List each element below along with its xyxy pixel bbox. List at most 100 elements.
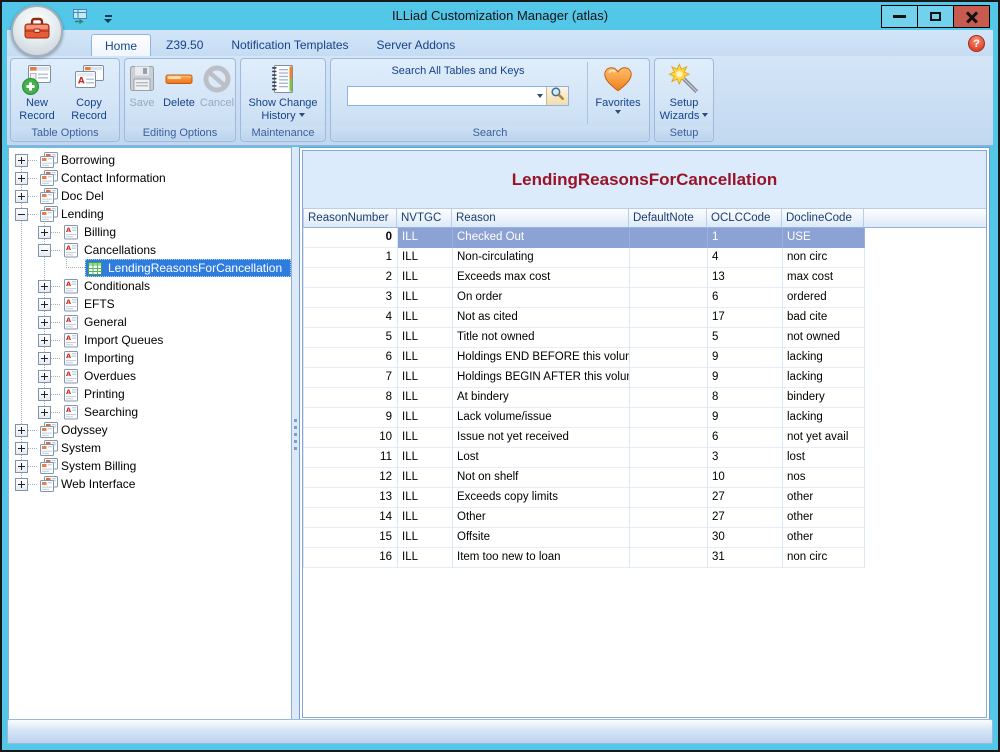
cell-reason[interactable]: Offsite — [453, 528, 630, 548]
cell-defaultnote[interactable] — [630, 268, 708, 288]
cell-nvtgc[interactable]: ILL — [398, 408, 453, 428]
tree-item-odyssey[interactable]: Odyssey — [9, 421, 291, 439]
cell-nvtgc[interactable]: ILL — [398, 388, 453, 408]
cell-reasonnumber[interactable]: 4 — [304, 308, 398, 328]
cell-reason[interactable]: Title not owned — [453, 328, 630, 348]
table-row[interactable]: 10ILLIssue not yet received6not yet avai… — [303, 428, 866, 448]
setup-wizards-button[interactable]: Setup Wizards — [657, 59, 711, 123]
table-row[interactable]: 14ILLOther27other — [303, 508, 866, 528]
tree-item-printing[interactable]: APrinting — [9, 385, 291, 403]
cell-oclccode[interactable]: 6 — [708, 428, 783, 448]
table-row[interactable]: 9ILLLack volume/issue9lacking — [303, 408, 866, 428]
column-header-defaultnote[interactable]: DefaultNote — [629, 208, 707, 228]
cell-nvtgc[interactable]: ILL — [398, 248, 453, 268]
cell-nvtgc[interactable]: ILL — [398, 368, 453, 388]
cell-reason[interactable]: Exceeds copy limits — [453, 488, 630, 508]
cell-defaultnote[interactable] — [630, 308, 708, 328]
cell-doclinecode[interactable]: bad cite — [783, 308, 865, 328]
cell-doclinecode[interactable]: other — [783, 488, 865, 508]
cell-reasonnumber[interactable]: 9 — [304, 408, 398, 428]
cell-doclinecode[interactable]: lacking — [783, 368, 865, 388]
cell-nvtgc[interactable]: ILL — [398, 428, 453, 448]
cell-oclccode[interactable]: 31 — [708, 548, 783, 568]
cell-reasonnumber[interactable]: 15 — [304, 528, 398, 548]
tab-server-addons[interactable]: Server Addons — [364, 34, 469, 56]
expand-plus-icon[interactable] — [15, 460, 28, 473]
column-header-nvtgc[interactable]: NVTGC — [397, 208, 452, 228]
copy-record-button[interactable]: A Copy Record — [63, 59, 115, 123]
cell-doclinecode[interactable]: other — [783, 508, 865, 528]
expand-plus-icon[interactable] — [15, 442, 28, 455]
collapse-minus-icon[interactable] — [38, 244, 51, 257]
tree-item-borrowing[interactable]: Borrowing — [9, 151, 291, 169]
cell-reasonnumber[interactable]: 12 — [304, 468, 398, 488]
minimize-button[interactable] — [881, 5, 918, 28]
cell-oclccode[interactable]: 4 — [708, 248, 783, 268]
expand-plus-icon[interactable] — [38, 316, 51, 329]
table-row[interactable]: 12ILLNot on shelf10nos — [303, 468, 866, 488]
table-row[interactable]: 7ILLHoldings BEGIN AFTER this volume9lac… — [303, 368, 866, 388]
expand-plus-icon[interactable] — [38, 352, 51, 365]
table-row[interactable]: 3ILLOn order6ordered — [303, 288, 866, 308]
table-row[interactable]: 8ILLAt bindery8bindery — [303, 388, 866, 408]
tree-item-system-billing[interactable]: System Billing — [9, 457, 291, 475]
cell-reasonnumber[interactable]: 0 — [304, 228, 398, 248]
column-header-doclinecode[interactable]: DoclineCode — [782, 208, 864, 228]
cell-oclccode[interactable]: 30 — [708, 528, 783, 548]
cell-reason[interactable]: Holdings BEGIN AFTER this volume — [453, 368, 630, 388]
expand-plus-icon[interactable] — [15, 154, 28, 167]
expand-plus-icon[interactable] — [38, 280, 51, 293]
table-row[interactable]: 6ILLHoldings END BEFORE this volume9lack… — [303, 348, 866, 368]
cell-oclccode[interactable]: 6 — [708, 288, 783, 308]
cell-reason[interactable]: Exceeds max cost — [453, 268, 630, 288]
cell-doclinecode[interactable]: lost — [783, 448, 865, 468]
cell-defaultnote[interactable] — [630, 328, 708, 348]
table-row[interactable]: 4ILLNot as cited17bad cite — [303, 308, 866, 328]
tree-item-doc-del[interactable]: Doc Del — [9, 187, 291, 205]
tree-item-billing[interactable]: ABilling — [9, 223, 291, 241]
cell-reasonnumber[interactable]: 16 — [304, 548, 398, 568]
cell-defaultnote[interactable] — [630, 508, 708, 528]
tab-z39-50[interactable]: Z39.50 — [153, 34, 216, 56]
cell-doclinecode[interactable]: nos — [783, 468, 865, 488]
cell-oclccode[interactable]: 1 — [708, 228, 783, 248]
cell-reason[interactable]: Not on shelf — [453, 468, 630, 488]
cell-oclccode[interactable]: 27 — [708, 488, 783, 508]
table-row[interactable]: 2ILLExceeds max cost13max cost — [303, 268, 866, 288]
cell-reason[interactable]: Lack volume/issue — [453, 408, 630, 428]
cell-nvtgc[interactable]: ILL — [398, 228, 453, 248]
tab-home[interactable]: Home — [91, 34, 151, 56]
search-go-button[interactable] — [546, 87, 568, 105]
expand-plus-icon[interactable] — [15, 172, 28, 185]
expand-plus-icon[interactable] — [15, 190, 28, 203]
cell-doclinecode[interactable]: non circ — [783, 248, 865, 268]
cell-nvtgc[interactable]: ILL — [398, 528, 453, 548]
cell-defaultnote[interactable] — [630, 368, 708, 388]
cell-reasonnumber[interactable]: 1 — [304, 248, 398, 268]
table-row[interactable]: 0ILLChecked Out1USE — [303, 228, 866, 248]
tree-item-cancellations[interactable]: ACancellations — [9, 241, 291, 259]
cell-defaultnote[interactable] — [630, 468, 708, 488]
cell-doclinecode[interactable]: lacking — [783, 408, 865, 428]
table-row[interactable]: 15ILLOffsite30other — [303, 528, 866, 548]
expand-plus-icon[interactable] — [38, 226, 51, 239]
collapse-minus-icon[interactable] — [15, 208, 28, 221]
tab-notification-templates[interactable]: Notification Templates — [218, 34, 361, 56]
cell-defaultnote[interactable] — [630, 228, 708, 248]
cell-reason[interactable]: Holdings END BEFORE this volume — [453, 348, 630, 368]
cell-reasonnumber[interactable]: 6 — [304, 348, 398, 368]
cell-doclinecode[interactable]: bindery — [783, 388, 865, 408]
cell-reason[interactable]: Issue not yet received — [453, 428, 630, 448]
tree-item-searching[interactable]: ASearching — [9, 403, 291, 421]
tree-item-overdues[interactable]: AOverdues — [9, 367, 291, 385]
cell-oclccode[interactable]: 13 — [708, 268, 783, 288]
cell-reasonnumber[interactable]: 13 — [304, 488, 398, 508]
cell-oclccode[interactable]: 8 — [708, 388, 783, 408]
cell-oclccode[interactable]: 9 — [708, 348, 783, 368]
expand-plus-icon[interactable] — [38, 334, 51, 347]
tree-item-lendingreasonsforcancellation[interactable]: LendingReasonsForCancellation — [9, 259, 291, 277]
close-button[interactable] — [953, 5, 990, 28]
cell-oclccode[interactable]: 27 — [708, 508, 783, 528]
cell-reason[interactable]: On order — [453, 288, 630, 308]
expand-plus-icon[interactable] — [15, 478, 28, 491]
